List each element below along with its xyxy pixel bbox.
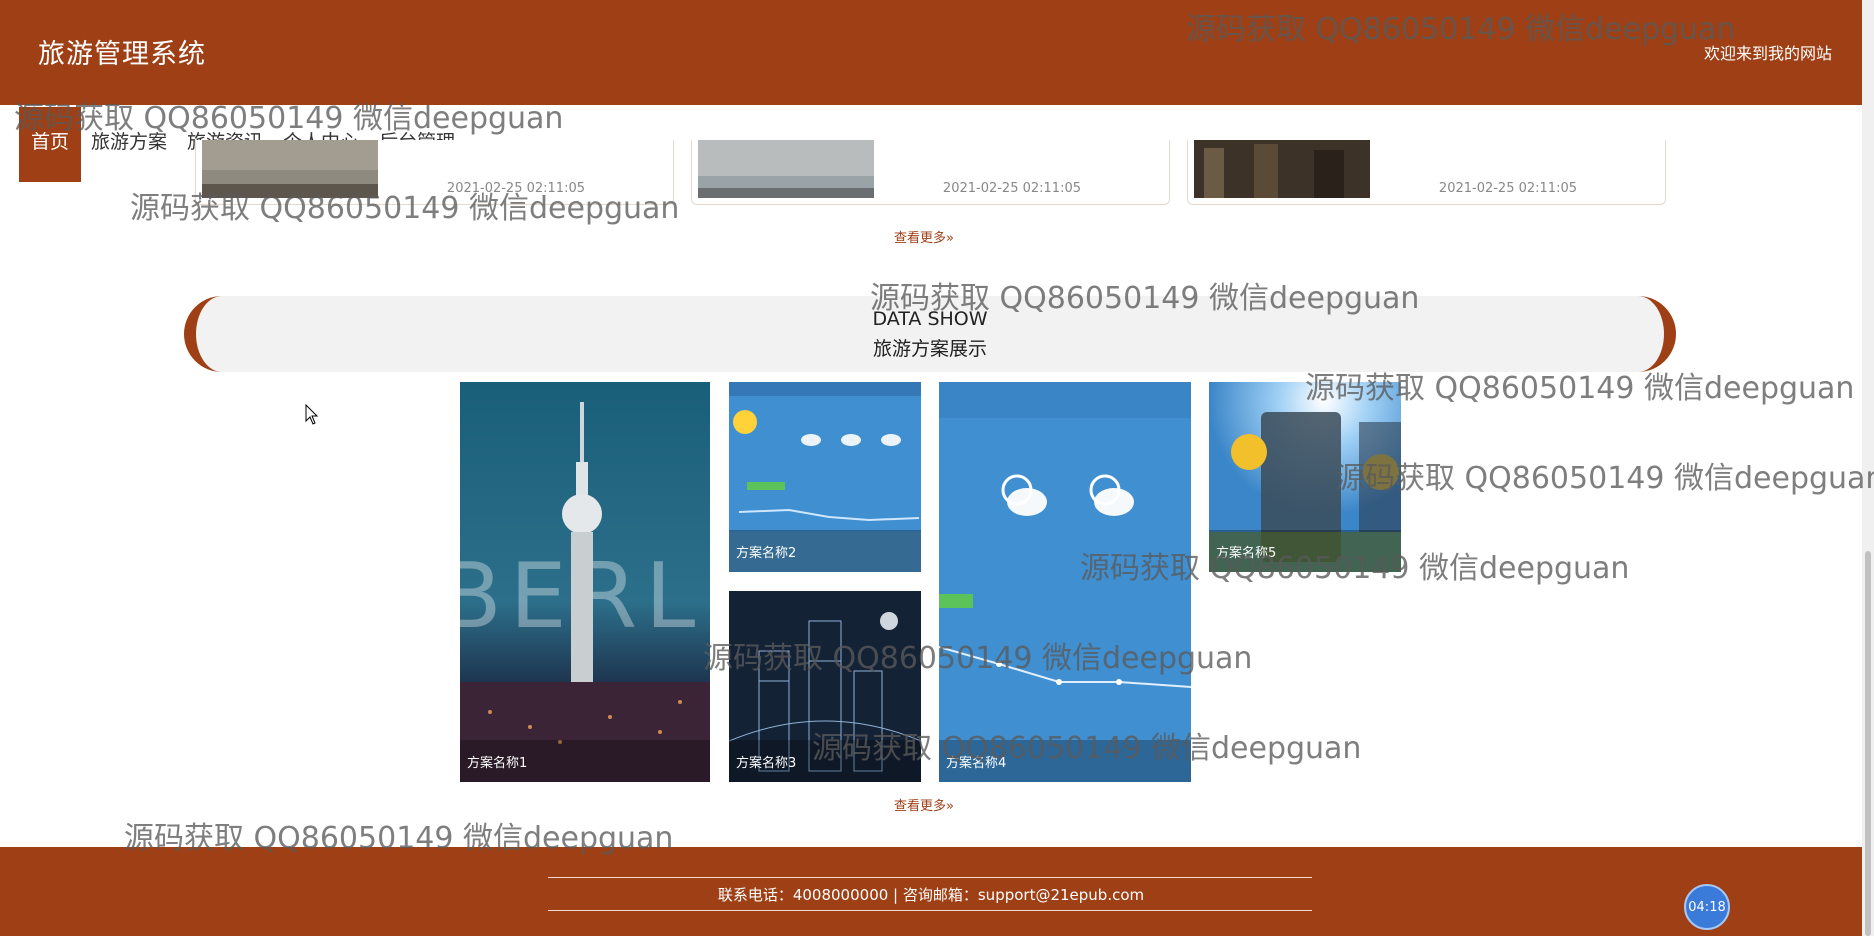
footer-contact: 联系电话：4008000000 | 咨询邮箱：support@21epub.co… [717,886,1145,904]
nav-item-plans[interactable]: 旅游方案 [81,117,177,164]
plan-caption: 方案名称2 [729,530,921,572]
site-title: 旅游管理系统 [38,39,206,70]
news-card[interactable]: 2021-02-25 02:11:05 [691,140,1170,205]
plan-tile[interactable]: 方案名称2 [729,382,921,572]
plan-caption: 方案名称3 [729,740,921,782]
plans-more-link[interactable]: 查看更多» [894,795,954,814]
page-scrollbar[interactable] [1862,0,1874,936]
news-date: 2021-02-25 02:11:05 [446,181,585,196]
section-title-cn: 旅游方案展示 [872,338,987,360]
section-banner: DATA SHOW 旅游方案展示 [184,296,1676,372]
news-thumbnail [698,140,874,198]
weather-forecast-large-image [939,382,1191,782]
plan-tile[interactable]: 方案名称4 [939,382,1191,782]
floating-clock-badge[interactable]: 04:18 [1684,884,1730,930]
section-title-en: DATA SHOW [872,308,988,330]
footer: 联系电话：4008000000 | 咨询邮箱：support@21epub.co… [0,847,1862,936]
scrollbar-thumb[interactable] [1865,551,1871,936]
welcome-text: 欢迎来到我的网站 [1703,44,1832,63]
plan-caption: 方案名称4 [939,740,1191,782]
news-card[interactable]: 2021-02-25 02:11:05 [1187,140,1666,205]
news-card[interactable]: 2021-02-25 02:11:05 [195,140,674,205]
news-date: 2021-02-25 02:11:05 [942,181,1081,196]
news-thumbnail [1194,140,1370,198]
watermark: 源码获取 QQ86050149 微信deepguan [1335,461,1874,496]
mouse-cursor-icon [305,403,319,430]
plan-caption: 方案名称1 [460,740,710,782]
berlin-tower-image: BERLIN [460,382,710,782]
news-more-link[interactable]: 查看更多» [894,227,954,246]
plan-tile[interactable]: 方案名称5 [1209,382,1401,572]
plan-caption: 方案名称5 [1209,530,1401,572]
plan-tile[interactable]: BERLIN 方案名称1 [460,382,710,782]
header-bar: 旅游管理系统 欢迎来到我的网站 [0,0,1862,105]
plan-tile[interactable]: 方案名称3 [729,591,921,782]
footer-divider [548,877,1312,878]
news-thumbnail [202,140,378,198]
news-date: 2021-02-25 02:11:05 [1438,181,1577,196]
footer-divider [548,910,1312,911]
nav-item-home[interactable]: 首页 [19,107,82,182]
